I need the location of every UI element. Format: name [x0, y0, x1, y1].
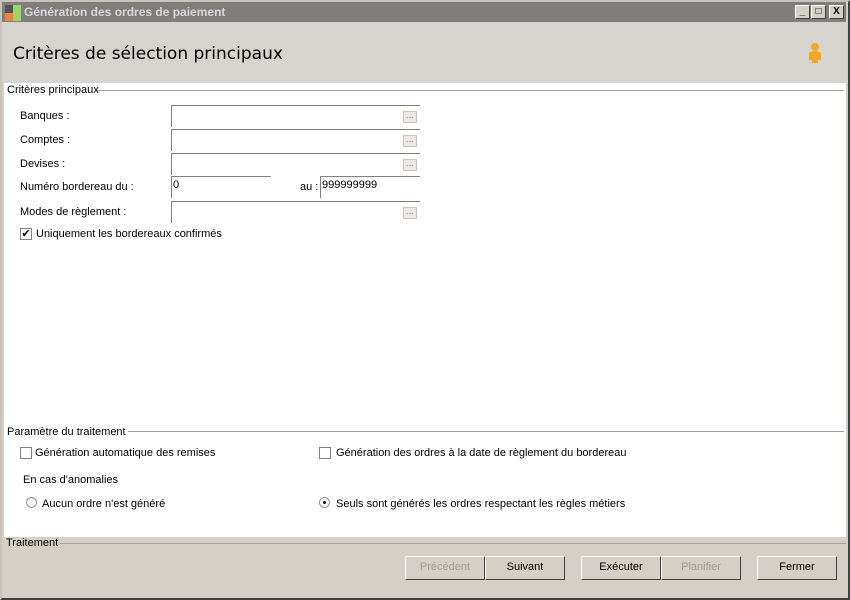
user-icon: [809, 43, 821, 63]
numero-to-input[interactable]: 999999999: [320, 176, 420, 198]
devises-browse-button[interactable]: ...: [403, 159, 417, 171]
banques-label: Banques :: [20, 110, 70, 122]
divider: [96, 90, 844, 91]
next-button[interactable]: Suivant: [485, 556, 565, 580]
schedule-button[interactable]: Planifier: [661, 556, 741, 580]
auto-remises-label: Génération automatique des remises: [35, 447, 216, 459]
date-reglement-checkbox[interactable]: [319, 447, 331, 459]
minimize-button[interactable]: _: [795, 5, 810, 19]
title-bar[interactable]: Génération des ordres de paiement _ □ X: [2, 2, 846, 22]
auto-remises-checkbox[interactable]: [20, 447, 32, 459]
comptes-browse-button[interactable]: ...: [403, 135, 417, 147]
group-label-params: Paramètre du traitement: [7, 426, 126, 438]
group-label-traitement: Traitement: [6, 537, 59, 549]
page-title: Critères de sélection principaux: [13, 44, 283, 64]
app-icon: [5, 5, 21, 21]
close-button[interactable]: X: [829, 5, 844, 19]
group-label-criteria: Critères principaux: [7, 84, 99, 96]
numero-label: Numéro bordereau du :: [20, 181, 134, 193]
maximize-button[interactable]: □: [811, 5, 826, 19]
banques-input[interactable]: ...: [171, 105, 420, 127]
modes-label: Modes de règlement :: [20, 206, 127, 218]
radio-none[interactable]: [26, 497, 37, 508]
modes-input[interactable]: ...: [171, 201, 420, 223]
modes-browse-button[interactable]: ...: [403, 207, 417, 219]
divider: [128, 431, 844, 432]
radio-rules-label: Seuls sont générés les ordres respectant…: [336, 498, 626, 510]
header: Critères de sélection principaux: [2, 22, 846, 83]
confirmed-checkbox[interactable]: ✔: [20, 228, 32, 240]
numero-from-input[interactable]: 0: [171, 176, 271, 198]
radio-none-label: Aucun ordre n'est généré: [42, 498, 166, 510]
devises-input[interactable]: ...: [171, 153, 420, 175]
previous-button[interactable]: Précédent: [405, 556, 485, 580]
au-label: au :: [300, 181, 319, 193]
close-dialog-button[interactable]: Fermer: [757, 556, 837, 580]
anomalies-label: En cas d'anomalies: [23, 474, 119, 486]
confirmed-label: Uniquement les bordereaux confirmés: [36, 228, 222, 240]
date-reglement-label: Génération des ordres à la date de règle…: [336, 447, 627, 459]
window-title: Génération des ordres de paiement: [24, 5, 226, 19]
banques-browse-button[interactable]: ...: [403, 111, 417, 123]
devises-label: Devises :: [20, 158, 66, 170]
content-panel: Critères principaux Banques : ... Compte…: [4, 83, 846, 537]
comptes-label: Comptes :: [20, 134, 71, 146]
execute-button[interactable]: Exécuter: [581, 556, 661, 580]
divider: [60, 543, 846, 544]
radio-rules[interactable]: [319, 497, 330, 508]
comptes-input[interactable]: ...: [171, 129, 420, 151]
